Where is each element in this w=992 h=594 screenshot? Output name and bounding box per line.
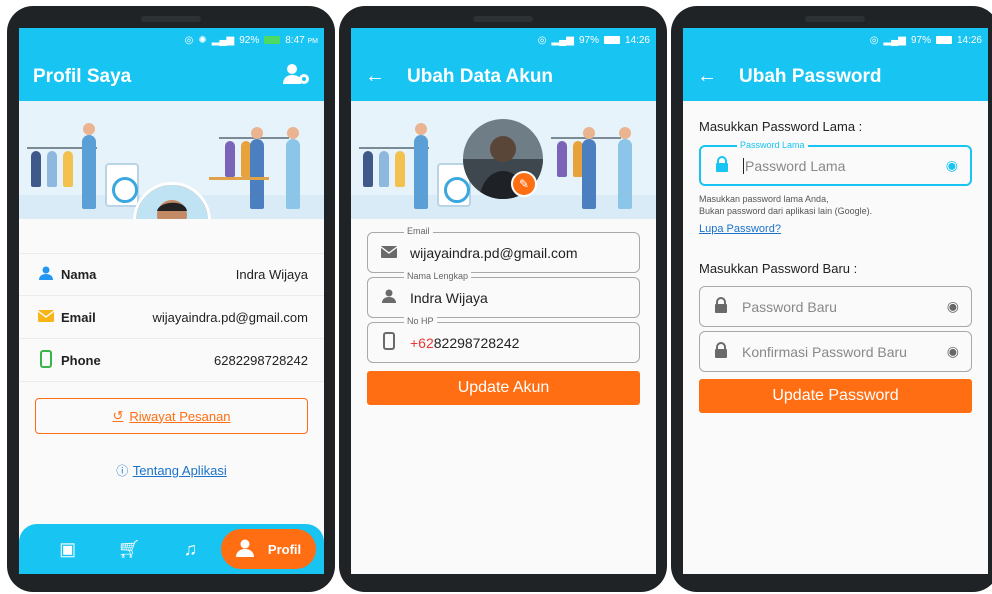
detail-row-name: Nama Indra Wijaya bbox=[19, 253, 324, 296]
bell-icon[interactable]: ♫ bbox=[160, 539, 221, 560]
old-password-placeholder: Password Lama bbox=[745, 157, 846, 174]
clock: 14:26 bbox=[956, 34, 982, 46]
detail-value: 6282298728242 bbox=[214, 352, 308, 368]
phone-field-label: No HP bbox=[404, 316, 437, 326]
eye-off-icon[interactable]: ◉ bbox=[947, 343, 959, 360]
old-password-help: Masukkan password lama Anda, Bukan passw… bbox=[699, 193, 972, 217]
forgot-password-link[interactable]: Lupa Password? bbox=[699, 223, 781, 235]
detail-row-phone: Phone 6282298728242 bbox=[19, 339, 324, 382]
battery-percent: 97% bbox=[910, 34, 931, 46]
location-icon: ◎ bbox=[537, 34, 547, 46]
person-icon bbox=[37, 266, 55, 283]
profile-details: Nama Indra Wijaya Email wijayaindra.pd@g… bbox=[19, 253, 324, 382]
email-field-label: Email bbox=[404, 226, 433, 236]
phone-edit-account: ◎ ▂▄▆ 97% 14:26 ← Ubah Data Akun ✎ Email… bbox=[339, 6, 667, 592]
eye-off-icon[interactable]: ◉ bbox=[946, 157, 958, 174]
phone-field-value: 82298728242 bbox=[433, 334, 520, 351]
about-app-link[interactable]: ⓘ Tentang Aplikasi bbox=[19, 462, 324, 480]
signal-icon: ▂▄▆ bbox=[883, 34, 906, 46]
detail-value: wijayaindra.pd@gmail.com bbox=[152, 309, 308, 325]
about-app-label: Tentang Aplikasi bbox=[132, 463, 227, 478]
page-title: Profil Saya bbox=[33, 65, 132, 87]
update-password-button[interactable]: Update Password bbox=[699, 379, 972, 413]
profile-icon bbox=[235, 539, 254, 560]
app-bar: Profil Saya bbox=[19, 52, 324, 101]
back-arrow-icon[interactable]: ← bbox=[697, 65, 717, 88]
detail-label: Nama bbox=[61, 267, 97, 282]
email-field-value: wijayaindra.pd@gmail.com bbox=[410, 244, 578, 261]
phone-profile: ◎ ✺ ▂▄▆ 92% 8:47 PM Profil Saya Nama Ind… bbox=[7, 6, 335, 592]
new-password-field[interactable]: Password Baru ◉ bbox=[699, 286, 972, 327]
battery-percent: 97% bbox=[578, 34, 599, 46]
laundry-banner-illustration: ✎ bbox=[351, 101, 656, 219]
cart-icon[interactable]: 🛒︎ bbox=[98, 539, 159, 560]
phone-change-password: ◎ ▂▄▆ 97% 14:26 ← Ubah Password Masukkan… bbox=[671, 6, 992, 592]
eye-off-icon[interactable]: ◉ bbox=[947, 298, 959, 315]
location-icon: ◎ bbox=[184, 34, 194, 46]
bottom-navigation: ▣ 🛒︎ ♫ Profil bbox=[19, 524, 324, 574]
nav-profile-tab[interactable]: Profil bbox=[221, 529, 317, 569]
app-bar: ← Ubah Password bbox=[683, 52, 988, 101]
page-title: Ubah Data Akun bbox=[407, 65, 554, 87]
profile-avatar[interactable] bbox=[133, 182, 211, 219]
full-name-field[interactable]: Nama Lengkap Indra Wijaya bbox=[367, 271, 640, 318]
location-icon: ◎ bbox=[869, 34, 879, 46]
screen-change-password: ◎ ▂▄▆ 97% 14:26 ← Ubah Password Masukkan… bbox=[683, 28, 988, 574]
status-bar: ◎ ▂▄▆ 97% 14:26 bbox=[683, 28, 988, 52]
help-line-1: Masukkan password lama Anda, bbox=[699, 194, 829, 204]
battery-icon bbox=[935, 36, 952, 44]
old-password-heading: Masukkan Password Lama : bbox=[699, 119, 863, 134]
screen-profile: ◎ ✺ ▂▄▆ 92% 8:47 PM Profil Saya Nama Ind… bbox=[19, 28, 324, 574]
clock: 14:26 bbox=[624, 34, 650, 46]
order-history-button[interactable]: ↺ Riwayat Pesanan bbox=[35, 398, 308, 434]
lock-icon bbox=[713, 156, 731, 175]
nav-profile-label: Profil bbox=[267, 541, 302, 557]
phone-icon bbox=[37, 349, 55, 371]
full-name-field-label: Nama Lengkap bbox=[404, 271, 472, 281]
detail-label: Phone bbox=[61, 352, 101, 368]
lock-icon bbox=[712, 342, 730, 361]
mail-icon bbox=[37, 309, 55, 325]
text-cursor bbox=[743, 157, 744, 174]
back-arrow-icon[interactable]: ← bbox=[365, 65, 385, 88]
confirm-password-placeholder: Konfirmasi Password Baru bbox=[742, 343, 907, 360]
info-icon: ⓘ bbox=[116, 464, 129, 478]
history-icon: ↺ bbox=[112, 408, 124, 423]
detail-row-email: Email wijayaindra.pd@gmail.com bbox=[19, 296, 324, 339]
laundry-icon[interactable]: ▣ bbox=[37, 539, 98, 560]
confirm-password-field[interactable]: Konfirmasi Password Baru ◉ bbox=[699, 331, 972, 372]
battery-icon bbox=[264, 36, 281, 44]
lock-icon bbox=[712, 297, 730, 316]
help-line-2: Bukan password dari aplikasi lain (Googl… bbox=[699, 206, 873, 216]
phone-prefix: +62 bbox=[410, 334, 434, 351]
mail-icon bbox=[380, 245, 398, 261]
signal-icon: ▂▄▆ bbox=[211, 34, 235, 46]
laundry-banner-illustration bbox=[19, 101, 324, 219]
new-password-heading: Masukkan Password Baru : bbox=[699, 261, 858, 276]
battery-percent: 92% bbox=[239, 34, 260, 46]
new-password-placeholder: Password Baru bbox=[742, 298, 837, 315]
phone-icon bbox=[380, 332, 398, 353]
signal-icon: ▂▄▆ bbox=[551, 34, 574, 46]
app-bar: ← Ubah Data Akun bbox=[351, 52, 656, 101]
sync-icon: ✺ bbox=[198, 34, 207, 46]
page-title: Ubah Password bbox=[739, 65, 882, 87]
detail-value: Indra Wijaya bbox=[235, 267, 308, 282]
detail-label: Email bbox=[61, 309, 96, 325]
edit-photo-icon[interactable]: ✎ bbox=[511, 171, 537, 197]
old-password-label: Password Lama bbox=[737, 140, 808, 150]
screen-edit-account: ◎ ▂▄▆ 97% 14:26 ← Ubah Data Akun ✎ Email… bbox=[351, 28, 656, 574]
person-icon bbox=[380, 289, 398, 306]
email-field[interactable]: Email wijayaindra.pd@gmail.com bbox=[367, 226, 640, 273]
order-history-label: Riwayat Pesanan bbox=[129, 408, 231, 424]
status-bar: ◎ ▂▄▆ 97% 14:26 bbox=[351, 28, 656, 52]
phone-field[interactable]: No HP +62 82298728242 bbox=[367, 316, 640, 363]
update-account-button[interactable]: Update Akun bbox=[367, 371, 640, 405]
clock: 8:47 PM bbox=[285, 34, 318, 46]
user-settings-icon[interactable] bbox=[282, 62, 310, 91]
old-password-field[interactable]: Password Lama Password Lama ◉ bbox=[699, 140, 972, 186]
battery-icon bbox=[603, 36, 620, 44]
full-name-field-value: Indra Wijaya bbox=[410, 289, 488, 306]
status-bar: ◎ ✺ ▂▄▆ 92% 8:47 PM bbox=[19, 28, 324, 52]
